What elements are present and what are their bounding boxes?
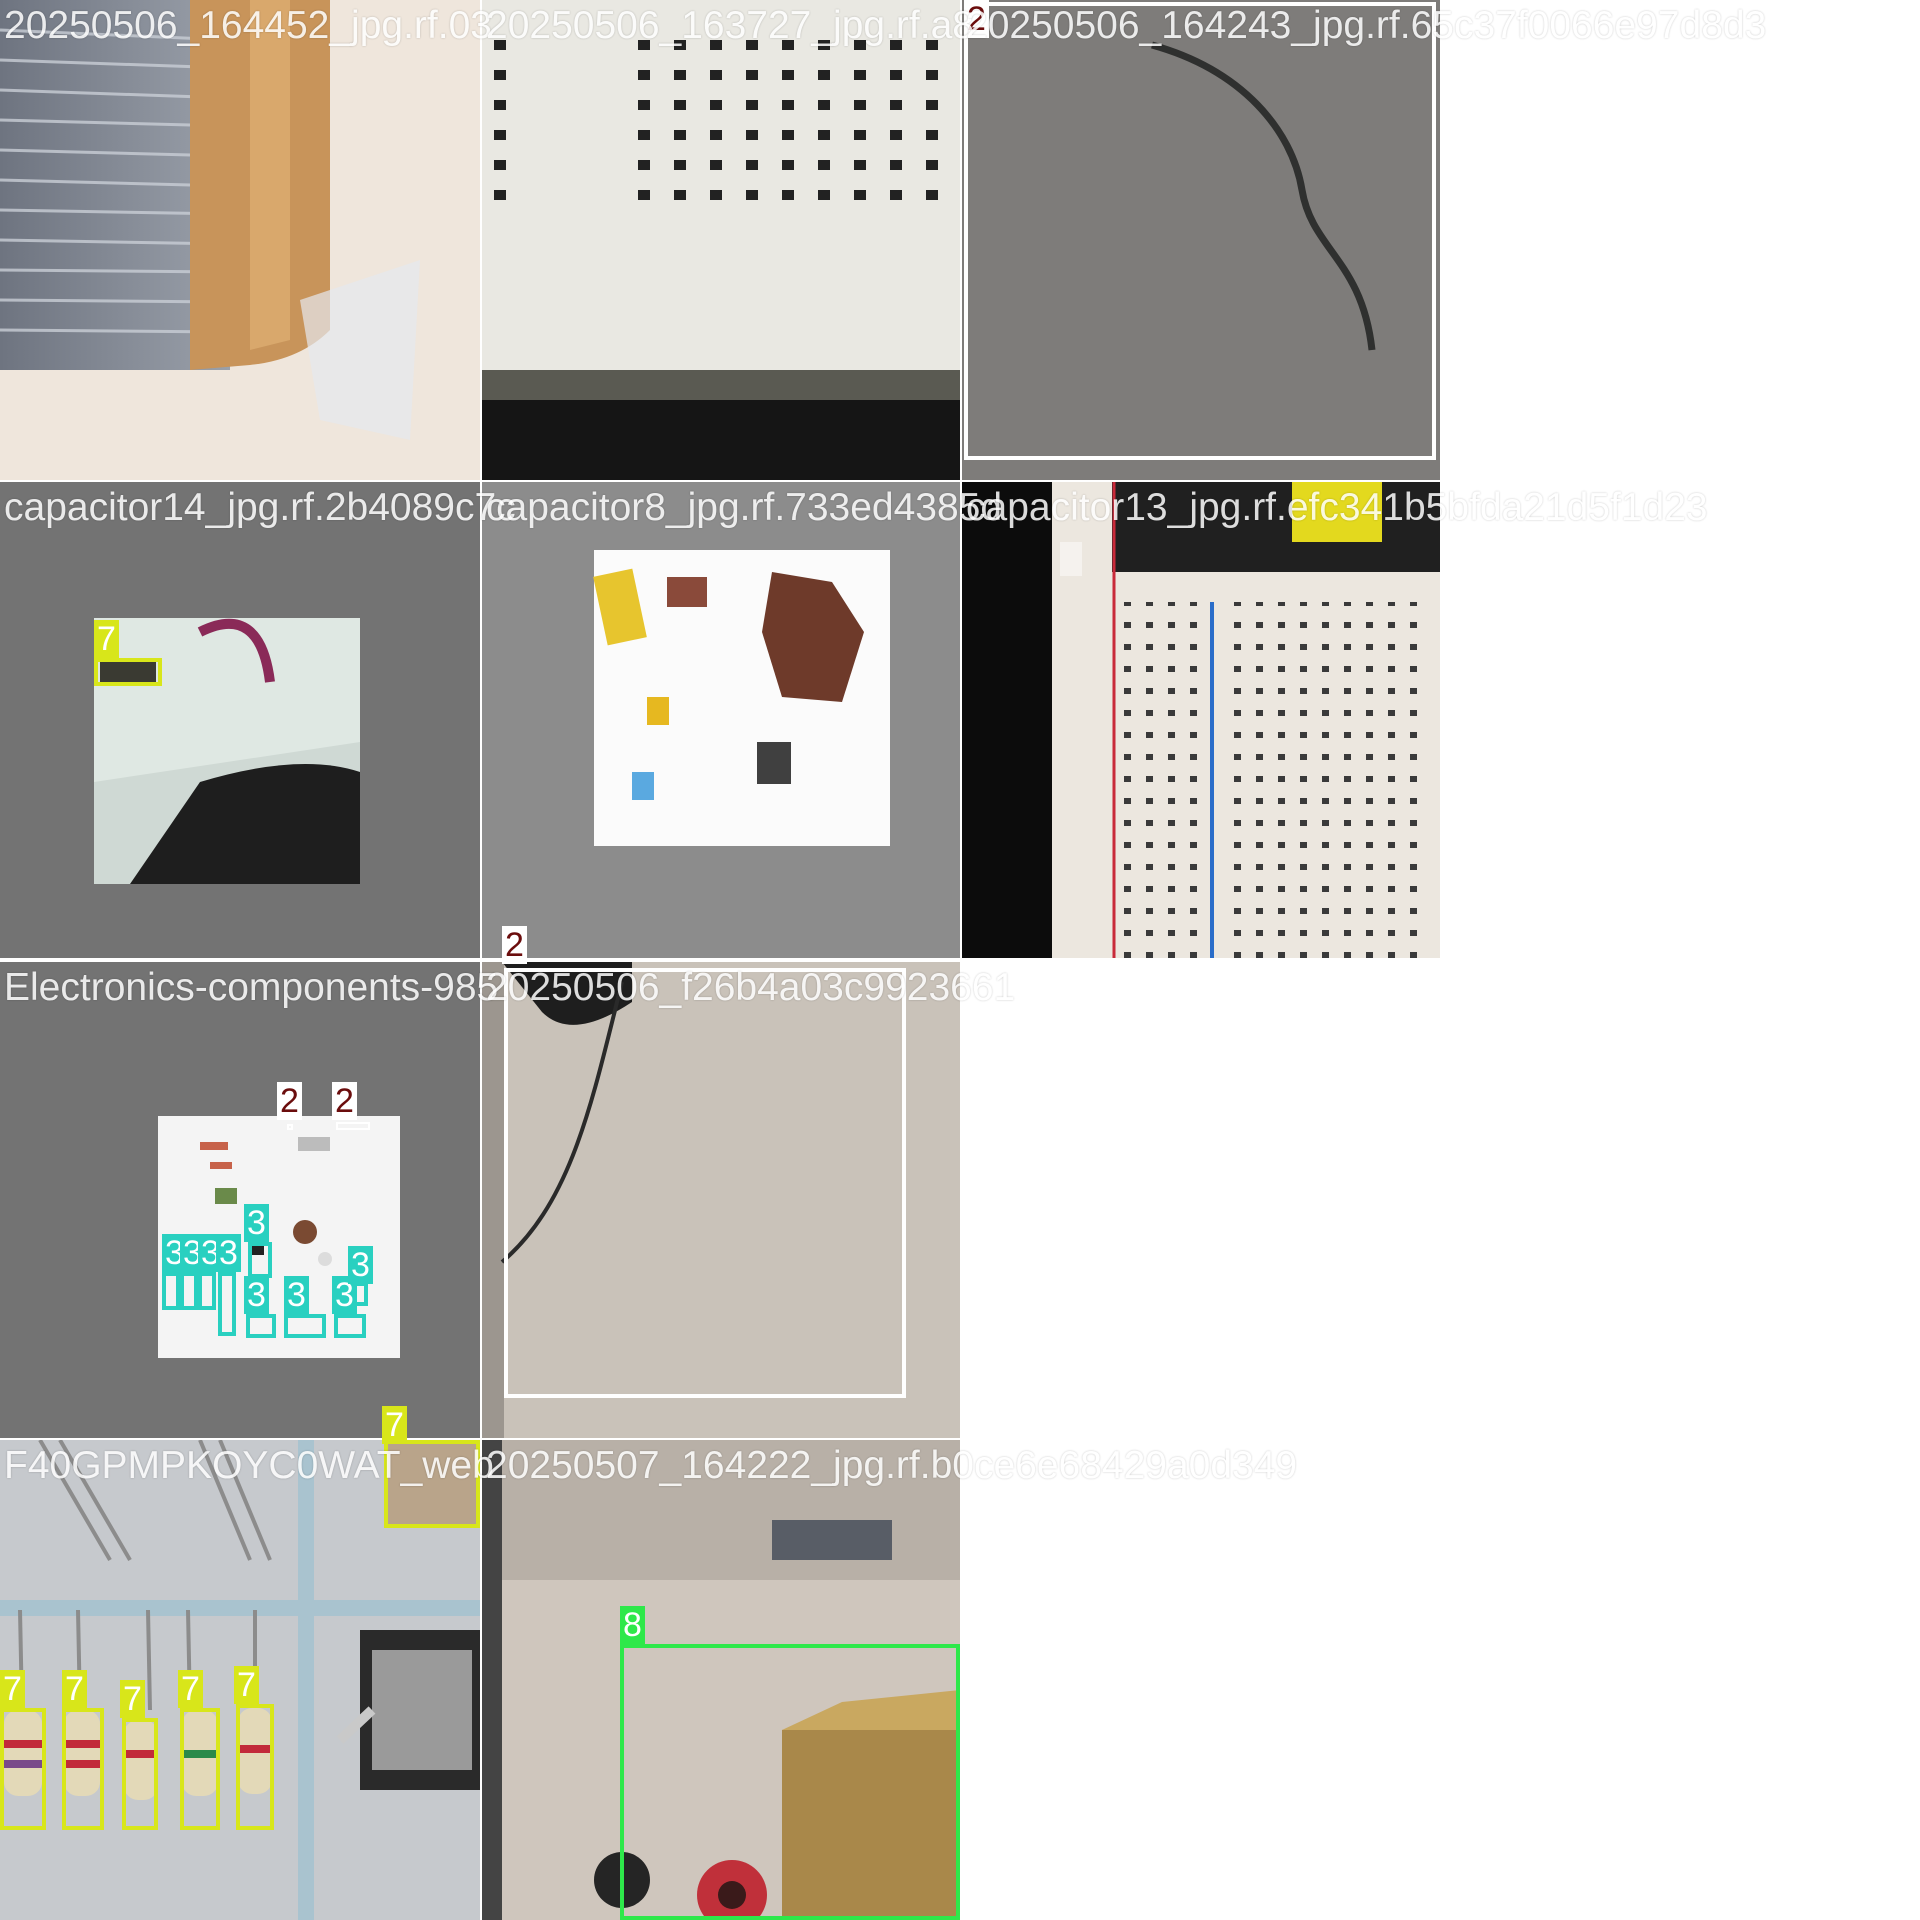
detection-label: 3 [348, 1246, 373, 1284]
tile-image-components-board [0, 962, 480, 1438]
detection-label: 2 [277, 1082, 302, 1120]
tile-image-capacitor-breadboard [0, 482, 480, 958]
detection-box [284, 1314, 326, 1338]
mosaic-tile: 2 2 3 3 3 3 3 3 3 3 3 Electronics-compon… [0, 962, 498, 1438]
mosaic-tile: 2 20250506_164243_jpg.rf.65c37f0066e97d8… [962, 0, 1766, 480]
tile-image-capacitors-white [482, 482, 960, 958]
detection-box [336, 1122, 370, 1130]
detection-box [504, 968, 906, 1398]
tile-image-resistor-roll [0, 0, 480, 480]
detection-label: 3 [244, 1204, 269, 1242]
detection-box [620, 1644, 960, 1920]
detection-box [198, 1272, 216, 1310]
detection-mosaic: 20250506_164452_jpg.rf.03 20250506_16372… [0, 0, 1920, 1920]
mosaic-tile: capacitor13_jpg.rf.efc341b5bfda21d5f1d23 [962, 482, 1708, 958]
mosaic-tile: 20250506_164452_jpg.rf.03 [0, 0, 492, 480]
detection-box [334, 1314, 366, 1338]
detection-label: 7 [62, 1670, 87, 1708]
detection-label: 2 [964, 0, 989, 38]
detection-label: 7 [120, 1680, 145, 1718]
detection-label: 7 [94, 620, 119, 658]
tile-image-breadboard-rail [962, 482, 1440, 958]
detection-label: 3 [284, 1276, 309, 1314]
detection-label: 7 [382, 1406, 407, 1444]
detection-box [122, 1718, 158, 1830]
detection-box [218, 1272, 236, 1336]
detection-label: 8 [620, 1606, 645, 1644]
detection-box [287, 1124, 293, 1130]
detection-label: 7 [178, 1670, 203, 1708]
mosaic-tile: 2 20250506_f26b4a03c9923661 [482, 926, 1015, 1438]
detection-box [384, 1440, 480, 1528]
tile-image-breadboard-closeup [482, 0, 960, 480]
detection-label: 3 [216, 1234, 241, 1272]
detection-box [162, 1272, 180, 1310]
mosaic-tile: 7 7 7 7 7 7 F40GPMPKOYC0WAT_web [0, 1406, 494, 1920]
detection-label: 7 [234, 1666, 259, 1704]
detection-label: 7 [0, 1670, 25, 1708]
detection-box [94, 658, 162, 686]
detection-box [62, 1708, 104, 1830]
detection-box [236, 1704, 274, 1830]
mosaic-tile: 8 20250507_164222_jpg.rf.b0ce6e68429a0d3… [482, 1440, 1297, 1920]
mosaic-tile: capacitor8_jpg.rf.733ed4385d [482, 482, 1002, 958]
detection-label: 3 [244, 1276, 269, 1314]
detection-label: 2 [332, 1082, 357, 1120]
detection-box [180, 1272, 198, 1310]
detection-label: 2 [502, 926, 527, 964]
detection-box [180, 1708, 220, 1830]
detection-box [0, 1708, 46, 1830]
detection-box [964, 2, 1436, 460]
detection-box [248, 1242, 272, 1278]
mosaic-tile: 7 capacitor14_jpg.rf.2b4089c7c [0, 482, 516, 958]
detection-box [246, 1314, 276, 1338]
mosaic-tile: 20250506_163727_jpg.rf.a8 [482, 0, 974, 480]
